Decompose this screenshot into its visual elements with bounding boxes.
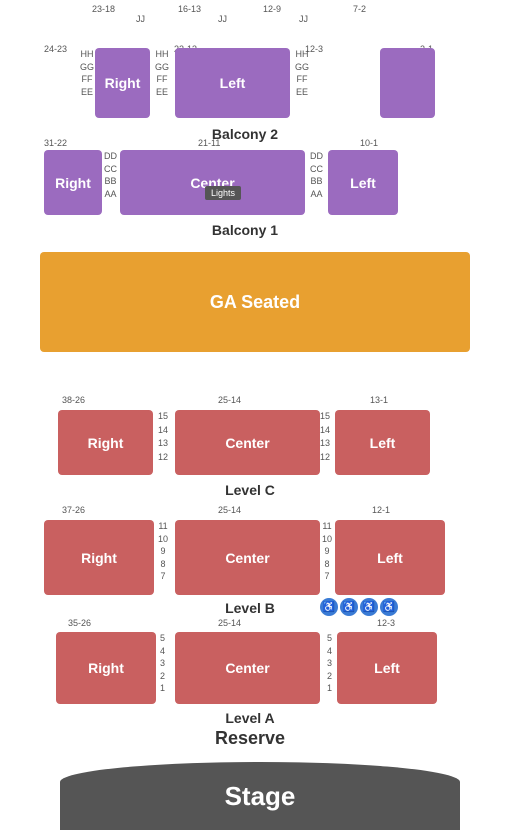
la-rows-25-14: 25-14 [218,618,241,628]
lc-right-nums: 15141312 [320,410,330,464]
b1-right-letters: DDCCBBAA [310,150,323,200]
lb-rows-37-26: 37-26 [62,505,85,515]
b2-rows-23-18: 23-18 [92,4,115,14]
la-rows-12-3: 12-3 [377,618,395,628]
b2-far-right-block[interactable] [380,48,435,118]
b2-rows-24-23: 24-23 [44,44,67,54]
b2-center-block[interactable]: Left [175,48,290,118]
b1-center-block[interactable]: Center [120,150,305,215]
b2-center-left-letters: HHGGFFEE [155,48,169,98]
lc-left-block[interactable]: Left [335,410,430,475]
lc-right-block[interactable]: Right [58,410,153,475]
b2-rows-12-9: 12-9 [263,4,281,14]
b1-right-block[interactable]: Right [44,150,102,215]
lb-rows-25-14: 25-14 [218,505,241,515]
lb-center-block[interactable]: Center [175,520,320,595]
accessibility-icon-3: ♿ [360,598,378,616]
accessibility-icon-4: ♿ [380,598,398,616]
ga-seated-block[interactable]: GA Seated [40,252,470,352]
b1-rows-21-11: 21-11 [198,138,220,148]
la-left-nums: 54321 [160,632,165,695]
b2-rows-7-2: 7-2 [353,4,366,14]
la-left-block[interactable]: Left [337,632,437,704]
level-b-label: Level B [185,600,315,616]
b1-left-letters: DDCCBBAA [104,150,117,200]
accessibility-icons: ♿ ♿ ♿ ♿ [320,598,398,616]
accessibility-icon-1: ♿ [320,598,338,616]
b1-left-block[interactable]: Left [328,150,398,215]
lb-left-block[interactable]: Left [335,520,445,595]
lb-right-nums: 1110987 [322,520,332,583]
lb-right-block[interactable]: Right [44,520,154,595]
venue-map: 23-18 16-13 12-9 7-2 JJ JJ JJ 24-23 22-1… [0,0,525,830]
b1-rows-10-1: 10-1 [360,138,378,148]
b2-rows-16-13: 16-13 [178,4,201,14]
la-center-block[interactable]: Center [175,632,320,704]
lc-rows-38-26: 38-26 [62,395,85,405]
la-right-block[interactable]: Right [56,632,156,704]
b2-center-right-letters: HHGGFFEE [295,48,309,98]
lc-rows-13-1: 13-1 [370,395,388,405]
lb-rows-12-1: 12-1 [372,505,390,515]
level-a-label: Level A [185,710,315,726]
accessibility-icon-2: ♿ [340,598,358,616]
level-c-label: Level C [185,482,315,498]
balcony1-label: Balcony 1 [170,222,320,238]
reserve-label: Reserve [150,728,350,749]
stage-block: Stage [60,762,460,830]
la-rows-35-26: 35-26 [68,618,91,628]
lb-left-nums: 1110987 [158,520,168,583]
lights-badge: Lights [205,186,241,200]
lc-left-nums: 15141312 [158,410,168,464]
b2-jj-3: JJ [299,14,308,25]
b1-rows-31-22: 31-22 [44,138,67,148]
b2-left-letters: HHGGFFEE [80,48,94,98]
balcony2-label: Balcony 2 [170,126,320,142]
lc-center-block[interactable]: Center [175,410,320,475]
lc-rows-25-14: 25-14 [218,395,241,405]
b2-right-block[interactable]: Right [95,48,150,118]
b2-jj-1: JJ [136,14,145,25]
b2-jj-2: JJ [218,14,227,25]
la-right-nums: 54321 [327,632,332,695]
